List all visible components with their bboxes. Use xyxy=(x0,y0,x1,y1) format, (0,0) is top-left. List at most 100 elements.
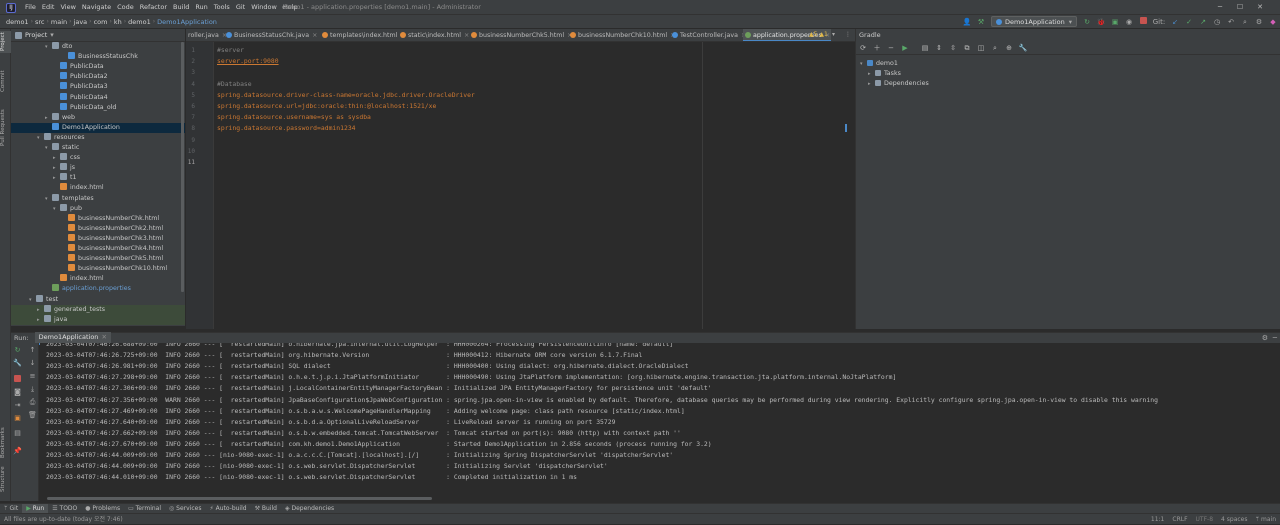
tree-item[interactable]: ▸ js xyxy=(11,163,185,173)
close-icon[interactable]: × xyxy=(312,32,317,39)
tree-item[interactable]: ▸ css xyxy=(11,153,185,163)
code-line[interactable]: spring.datasource.url=jdbc:oracle:thin:@… xyxy=(217,101,436,112)
chevron-right-icon[interactable]: ▸ xyxy=(45,113,52,123)
close-icon[interactable]: ✕ xyxy=(1240,0,1280,14)
chevron-right-icon[interactable]: ▸ xyxy=(37,315,44,325)
tree-item[interactable]: businessNumberChk4.html xyxy=(11,244,185,254)
inspection-widget[interactable]: ▲5 ▲1 xyxy=(809,31,828,38)
tree-item[interactable]: businessNumberChk3.html xyxy=(11,233,185,244)
profiler-icon[interactable]: ◉ xyxy=(1124,17,1134,27)
structure-tool-tab[interactable]: Structure xyxy=(0,461,11,497)
git-commit-icon[interactable]: ✓ xyxy=(1184,17,1194,27)
breadcrumb-item[interactable]: kh xyxy=(112,15,124,29)
editor-tab[interactable]: roller.java × xyxy=(186,29,227,41)
console-line[interactable]: 2023-03-04T07:46:26.688+09:00 INFO 2660 … xyxy=(46,343,673,350)
tree-item[interactable]: ▸ t1 xyxy=(11,173,185,183)
tree-item[interactable]: ▸ java xyxy=(11,314,185,325)
coverage-icon[interactable]: ▣ xyxy=(1110,17,1120,27)
run-task-icon[interactable]: ▶ xyxy=(900,43,910,53)
layout-icon[interactable]: ▤ xyxy=(920,43,930,53)
link-icon[interactable]: ⧉ xyxy=(962,43,972,53)
breadcrumb-item[interactable]: Demo1Application xyxy=(155,15,219,29)
down-icon[interactable]: ↓ xyxy=(28,359,37,368)
tree-item[interactable]: application.properties xyxy=(11,284,185,294)
project-tool-tab[interactable]: Project xyxy=(0,31,11,53)
tree-item[interactable]: PublicData_old xyxy=(11,102,185,113)
code-line[interactable]: server.port:9080 xyxy=(217,56,279,67)
git-push-icon[interactable]: ↗ xyxy=(1198,17,1208,27)
console-line[interactable]: 2023-03-04T07:46:26.725+09:00 INFO 2660 … xyxy=(46,350,642,361)
menu-build[interactable]: Build xyxy=(170,0,192,14)
code-line[interactable]: spring.datasource.driver-class-name=orac… xyxy=(217,90,475,101)
settings-icon[interactable]: ⚙ xyxy=(1254,17,1264,27)
breadcrumb-item[interactable]: demo1 xyxy=(126,15,153,29)
tree-item[interactable]: ▾ templates xyxy=(11,193,185,204)
console-line[interactable]: 2023-03-04T07:46:27.469+09:00 INFO 2660 … xyxy=(46,406,685,417)
chevron-down-icon[interactable]: ▾ xyxy=(53,204,60,214)
gradle-root[interactable]: ▾ demo1 xyxy=(860,59,898,69)
tool-tab-auto-build[interactable]: ⚡ Auto-build xyxy=(205,504,250,514)
chevron-right-icon[interactable]: ▸ xyxy=(37,305,44,315)
chevron-down-icon[interactable]: ▾ xyxy=(45,143,52,153)
pin-icon[interactable]: 📌 xyxy=(13,447,22,456)
collapse-all-icon[interactable]: ⇳ xyxy=(948,43,958,53)
console-line[interactable]: 2023-03-04T07:46:27.662+09:00 INFO 2660 … xyxy=(46,428,681,439)
commit-tool-tab[interactable]: Commit xyxy=(0,69,11,93)
breadcrumb-item[interactable]: main xyxy=(49,15,69,29)
breadcrumb-item[interactable]: com xyxy=(92,15,110,29)
code-line[interactable]: spring.datasource.username=sys as sysdba xyxy=(217,112,371,123)
line-separator[interactable]: CRLF xyxy=(1168,514,1191,525)
scroll-end-icon[interactable]: ⤓ xyxy=(28,385,37,394)
tabs-overflow-icon[interactable]: ▾ xyxy=(832,31,835,38)
tree-item[interactable]: ▸ generated_tests xyxy=(11,304,185,315)
editor-tab[interactable]: templates\index.html× xyxy=(320,29,406,41)
tree-item[interactable]: Demo1Application xyxy=(11,122,185,133)
menu-view[interactable]: View xyxy=(57,0,78,14)
tree-item[interactable]: businessNumberChk.html xyxy=(11,213,185,224)
console-line[interactable]: 2023-03-04T07:46:27.670+09:00 INFO 2660 … xyxy=(46,439,712,450)
breadcrumb-item[interactable]: src xyxy=(33,15,47,29)
menu-code[interactable]: Code xyxy=(114,0,137,14)
console-line[interactable]: 2023-03-04T07:46:44.009+09:00 INFO 2660 … xyxy=(46,450,673,461)
breadcrumb-item[interactable]: demo1 xyxy=(4,15,31,29)
console-line[interactable]: 2023-03-04T07:46:27.356+09:00 WARN 2660 … xyxy=(46,395,1158,406)
tree-item[interactable]: PublicData2 xyxy=(11,72,185,82)
bookmarks-tool-tab[interactable]: Bookmarks xyxy=(0,427,11,459)
caret-position[interactable]: 11:1 xyxy=(1147,514,1168,525)
tree-item[interactable]: businessNumberChk2.html xyxy=(11,223,185,234)
tree-item[interactable]: PublicData3 xyxy=(11,82,185,92)
menu-file[interactable]: File xyxy=(22,0,39,14)
chevron-down-icon[interactable]: ▾ xyxy=(45,194,52,204)
console-line[interactable]: 2023-03-04T07:46:44.010+09:00 INFO 2660 … xyxy=(46,472,577,483)
toggle-icon[interactable]: ⊕ xyxy=(1004,43,1014,53)
tree-item[interactable]: ▾ static xyxy=(11,143,185,153)
console-line[interactable]: 2023-03-04T07:46:27.306+09:00 INFO 2660 … xyxy=(46,383,712,394)
menu-navigate[interactable]: Navigate xyxy=(79,0,114,14)
file-encoding[interactable]: UTF-8 xyxy=(1192,514,1218,525)
chevron-down-icon[interactable]: ▾ xyxy=(50,31,54,39)
soft-wrap-icon[interactable]: ≡ xyxy=(28,372,37,381)
console-line[interactable]: 2023-03-04T07:46:27.640+09:00 INFO 2660 … xyxy=(46,417,615,428)
reload-icon[interactable]: ⟳ xyxy=(858,43,868,53)
gradle-tasks-node[interactable]: ▸ Tasks xyxy=(868,69,901,79)
tree-item[interactable]: businessNumberChk10.html xyxy=(11,264,185,274)
editor-tab[interactable]: businessNumberChk5.html× xyxy=(469,29,572,41)
git-branch[interactable]: ᛘ main xyxy=(1251,514,1280,525)
chevron-down-icon[interactable]: ▾ xyxy=(37,133,44,143)
tree-item[interactable]: ▾ dto xyxy=(11,42,185,52)
tree-item[interactable]: ▾ resources xyxy=(11,132,185,143)
up-icon[interactable]: ↑ xyxy=(28,346,37,355)
rerun-icon[interactable]: ↻ xyxy=(1082,17,1092,27)
tree-item[interactable]: PublicData xyxy=(11,62,185,72)
menu-run[interactable]: Run xyxy=(192,0,210,14)
close-icon[interactable]: ✕ xyxy=(101,333,106,341)
minus-icon[interactable]: − xyxy=(886,43,896,53)
editor-tab[interactable]: BusinessStatusChk.java × xyxy=(224,29,320,41)
settings-icon[interactable]: 🔧 xyxy=(13,359,22,368)
gradle-dependencies-node[interactable]: ▸ Dependencies xyxy=(868,79,929,89)
expand-all-icon[interactable]: ⇕ xyxy=(934,43,944,53)
history-icon[interactable]: ◷ xyxy=(1212,17,1222,27)
tool-tab-todo[interactable]: ☰ TODO xyxy=(48,504,81,514)
menu-edit[interactable]: Edit xyxy=(39,0,58,14)
run-config-select[interactable]: Demo1Application ▾ xyxy=(990,16,1077,27)
